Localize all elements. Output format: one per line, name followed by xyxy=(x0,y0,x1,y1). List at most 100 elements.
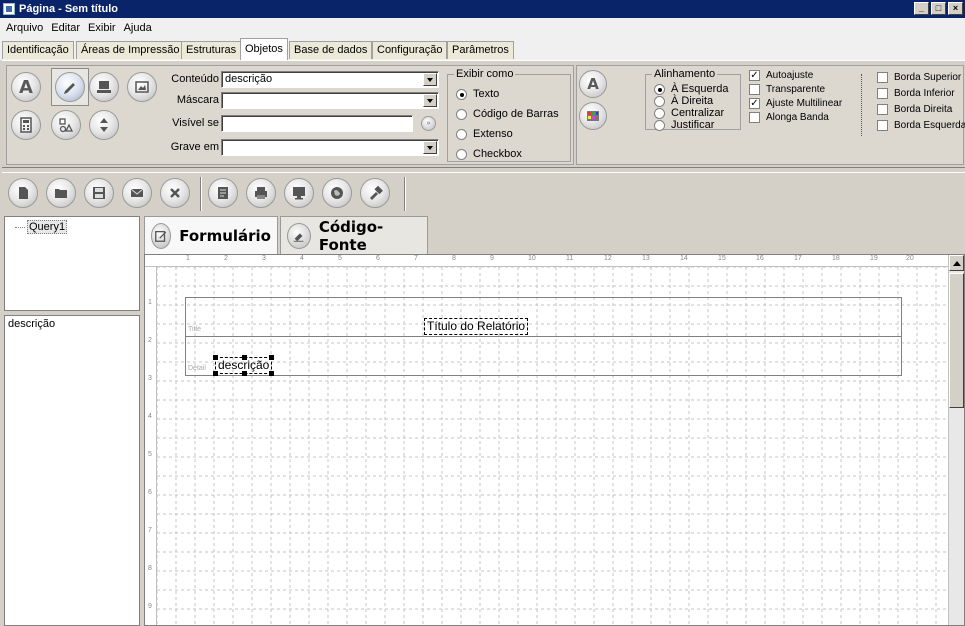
align-left-radio[interactable]: À Esquerda xyxy=(654,83,728,95)
menu-ajuda[interactable]: Ajuda xyxy=(120,22,156,34)
ajuste-multilinear-checkbox[interactable]: ✓ Ajuste Multilinear xyxy=(749,98,842,109)
tab-codigo-fonte[interactable]: Código-Fonte xyxy=(280,216,428,254)
alonga-banda-checkbox[interactable]: Alonga Banda xyxy=(749,112,829,123)
resize-handle[interactable] xyxy=(213,371,218,376)
alinhamento-legend: Alinhamento xyxy=(654,68,716,80)
mascara-select[interactable] xyxy=(221,92,439,109)
image-tool-button[interactable] xyxy=(127,72,157,102)
band-label: Title xyxy=(188,326,201,333)
close-window-button[interactable]: × xyxy=(948,2,963,15)
web-button[interactable] xyxy=(322,178,352,208)
shapes-tool-button[interactable] xyxy=(51,110,81,140)
calculator-tool-button[interactable] xyxy=(11,110,41,140)
borda-superior-checkbox[interactable]: Borda Superior xyxy=(877,72,961,83)
menu-editar[interactable]: Editar xyxy=(47,22,84,34)
text-tool-button[interactable]: A xyxy=(11,72,41,102)
tab-estruturas[interactable]: Estruturas xyxy=(181,41,242,59)
band-label: Detail xyxy=(188,365,206,372)
tab-configuracao[interactable]: Configuração xyxy=(372,41,448,59)
tab-base-dados[interactable]: Base de dados xyxy=(289,41,373,59)
visivel-input[interactable] xyxy=(221,115,413,132)
menu-exibir[interactable]: Exibir xyxy=(84,22,120,34)
tab-parametros[interactable]: Parâmetros xyxy=(447,41,514,59)
save-button[interactable] xyxy=(84,178,114,208)
borda-inferior-checkbox[interactable]: Borda Inferior xyxy=(877,88,955,99)
title-band[interactable]: Title Título do Relatório xyxy=(185,297,902,337)
ruler-mark: 12 xyxy=(604,255,612,262)
align-center-radio[interactable]: Centralizar xyxy=(654,107,724,119)
resize-handle[interactable] xyxy=(213,355,218,360)
maximize-button[interactable]: □ xyxy=(931,2,946,15)
vertical-ruler: 1 2 3 4 5 6 7 8 9 xyxy=(145,267,157,625)
scroll-thumb[interactable] xyxy=(949,273,964,408)
detail-field-object[interactable]: descrição xyxy=(213,355,275,376)
eraser-icon xyxy=(287,222,311,249)
radio-extenso[interactable]: Extenso xyxy=(456,128,513,140)
scroll-up-button[interactable] xyxy=(949,255,964,271)
tree-item-query1[interactable]: Query1 xyxy=(27,220,68,234)
conteudo-dropdown-arrow[interactable] xyxy=(423,73,437,86)
toolbar-separator xyxy=(404,177,406,211)
color-button[interactable] xyxy=(579,102,607,130)
new-button[interactable] xyxy=(8,178,38,208)
conteudo-select[interactable]: descrição xyxy=(221,71,439,88)
tab-formulario[interactable]: Formulário xyxy=(144,216,278,254)
report-title-object[interactable]: Título do Relatório xyxy=(424,318,529,335)
resize-handle[interactable] xyxy=(269,371,275,376)
tab-identificacao[interactable]: Identificação xyxy=(2,41,74,59)
autoajuste-checkbox[interactable]: ✓ Autoajuste xyxy=(749,70,813,81)
detail-band[interactable]: Detail descrição xyxy=(185,336,902,376)
globe-icon xyxy=(331,187,343,199)
borda-esquerda-checkbox[interactable]: Borda Esquerda xyxy=(877,120,965,131)
align-justify-radio[interactable]: Justificar xyxy=(654,119,714,131)
borda-direita-checkbox[interactable]: Borda Direita xyxy=(877,104,952,115)
print-button[interactable] xyxy=(246,178,276,208)
query-tree[interactable]: Query1 xyxy=(4,216,140,311)
checkbox-box xyxy=(877,104,888,115)
hammer-icon xyxy=(370,185,383,200)
delete-button[interactable] xyxy=(160,178,190,208)
report-design-canvas[interactable]: 1 2 3 4 5 6 7 8 9 10 11 12 13 14 15 16 1… xyxy=(144,254,965,626)
radio-texto[interactable]: Texto xyxy=(456,88,499,100)
build-button[interactable] xyxy=(360,178,390,208)
resize-handle[interactable] xyxy=(242,371,247,376)
expression-button[interactable]: » xyxy=(421,116,436,131)
radio-dot xyxy=(654,119,665,131)
menu-arquivo[interactable]: Arquivo xyxy=(2,22,47,34)
pencil-icon xyxy=(64,83,75,94)
open-button[interactable] xyxy=(46,178,76,208)
align-right-radio[interactable]: À Direita xyxy=(654,95,713,107)
grave-select[interactable] xyxy=(221,139,439,156)
fields-list[interactable]: descrição xyxy=(4,315,140,626)
email-button[interactable] xyxy=(122,178,152,208)
field-tool-button[interactable] xyxy=(89,72,119,102)
tab-label: Formulário xyxy=(179,226,271,245)
report-button[interactable] xyxy=(208,178,238,208)
edit-tool-button[interactable] xyxy=(55,72,85,102)
tab-label: Código-Fonte xyxy=(318,217,384,254)
radio-codigo-barras[interactable]: Código de Barras xyxy=(456,108,559,120)
font-button[interactable]: A xyxy=(579,70,607,98)
arrange-tool-button[interactable] xyxy=(89,110,119,140)
mascara-dropdown-arrow[interactable] xyxy=(423,94,437,107)
border-preview-icon xyxy=(861,74,871,136)
radio-checkbox[interactable]: Checkbox xyxy=(456,148,522,160)
preview-button[interactable] xyxy=(284,178,314,208)
radio-dot xyxy=(456,148,467,160)
grave-dropdown-arrow[interactable] xyxy=(423,141,437,154)
ruler-mark: 3 xyxy=(262,255,266,262)
list-item[interactable]: descrição xyxy=(8,318,55,330)
radio-dot xyxy=(654,107,665,119)
shapes-icon xyxy=(59,118,74,133)
transparente-checkbox[interactable]: Transparente xyxy=(749,84,825,95)
minimize-button[interactable]: _ xyxy=(914,2,929,15)
ruler-mark: 4 xyxy=(300,255,304,262)
ruler-mark: 17 xyxy=(794,255,802,262)
radio-label: Texto xyxy=(473,88,500,100)
tab-objetos[interactable]: Objetos xyxy=(240,38,288,60)
resize-handle[interactable] xyxy=(269,355,275,360)
vertical-scrollbar[interactable] xyxy=(948,255,964,625)
ruler-mark: 6 xyxy=(148,489,152,496)
tab-areas-impressao[interactable]: Áreas de Impressão xyxy=(76,41,185,59)
resize-handle[interactable] xyxy=(242,355,247,360)
